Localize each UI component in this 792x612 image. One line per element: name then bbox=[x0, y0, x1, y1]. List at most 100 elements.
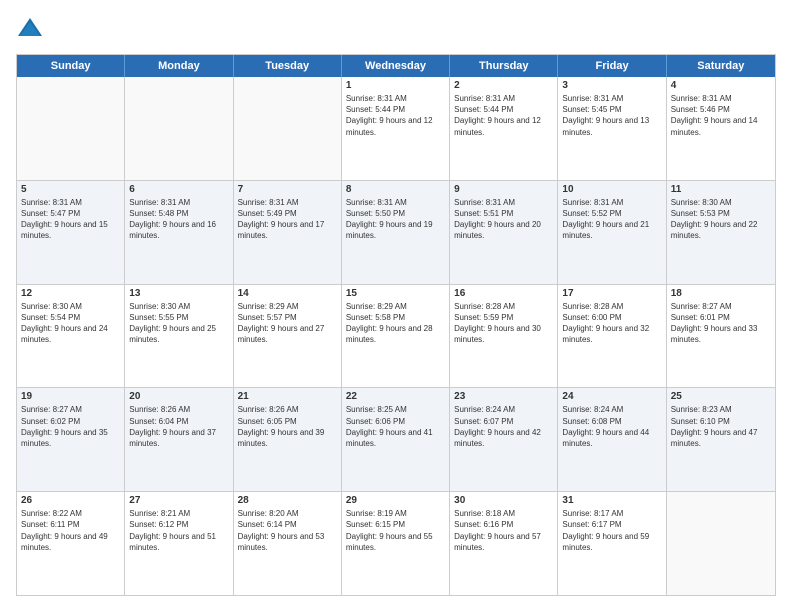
day-number-27: 27 bbox=[129, 495, 228, 506]
cal-cell-day-14: 14Sunrise: 8:29 AM Sunset: 5:57 PM Dayli… bbox=[234, 285, 342, 388]
day-content-5: Sunrise: 8:31 AM Sunset: 5:47 PM Dayligh… bbox=[21, 197, 120, 242]
cal-cell-day-23: 23 Sunrise: 8:24 AM Sunset: 6:07 PM Dayli… bbox=[450, 388, 558, 491]
day-number-16: 16 bbox=[454, 288, 553, 299]
day-number-22: 22 bbox=[346, 391, 445, 402]
day-number-17: 17 bbox=[562, 288, 661, 299]
cal-cell-day-8: 8 Sunrise: 8:31 AM Sunset: 5:50 PM Daylig… bbox=[342, 181, 450, 284]
day-content-6: Sunrise: 8:31 AM Sunset: 5:48 PM Dayligh… bbox=[129, 197, 228, 242]
day-content-2: Sunrise: 8:31 AM Sunset: 5:44 PM Dayligh… bbox=[454, 93, 553, 138]
day-number-15: 15 bbox=[346, 288, 445, 299]
day-number-28: 28 bbox=[238, 495, 337, 506]
cal-cell-day-10: 10 Sunrise: 8:31 AM Sunset: 5:52 PM Dayli… bbox=[558, 181, 666, 284]
cal-cell-day-6: 6 Sunrise: 8:31 AM Sunset: 5:48 PM Daylig… bbox=[125, 181, 233, 284]
day-content-20: Sunrise: 8:26 AM Sunset: 6:04 PM Dayligh… bbox=[129, 404, 228, 449]
cal-header-monday: Monday bbox=[125, 55, 233, 77]
day-number-5: 5 bbox=[21, 184, 120, 195]
day-number-25: 25 bbox=[671, 391, 771, 402]
cal-cell-day-12: 12 Sunrise: 8:30 AM Sunset: 5:54 PM Dayli… bbox=[17, 285, 125, 388]
day-number-21: 21 bbox=[238, 391, 337, 402]
cal-cell-day-22: 22 Sunrise: 8:25 AM Sunset: 6:06 PM Dayli… bbox=[342, 388, 450, 491]
cal-header-tuesday: Tuesday bbox=[234, 55, 342, 77]
cal-row-3: 12 Sunrise: 8:30 AM Sunset: 5:54 PM Dayli… bbox=[17, 284, 775, 388]
cal-cell-day-18: 18 Sunrise: 8:27 AM Sunset: 6:01 PM Dayli… bbox=[667, 285, 775, 388]
day-number-26: 26 bbox=[21, 495, 120, 506]
cal-header-saturday: Saturday bbox=[667, 55, 775, 77]
day-content-31: Sunrise: 8:17 AM Sunset: 6:17 PM Dayligh… bbox=[562, 508, 661, 553]
day-number-4: 4 bbox=[671, 80, 771, 91]
cal-cell-day-21: 21 Sunrise: 8:26 AM Sunset: 6:05 PM Dayli… bbox=[234, 388, 342, 491]
day-content-23: Sunrise: 8:24 AM Sunset: 6:07 PM Dayligh… bbox=[454, 404, 553, 449]
day-content-28: Sunrise: 8:20 AM Sunset: 6:14 PM Dayligh… bbox=[238, 508, 337, 553]
header bbox=[16, 16, 776, 44]
cal-cell-empty bbox=[125, 77, 233, 180]
day-content-9: Sunrise: 8:31 AM Sunset: 5:51 PM Dayligh… bbox=[454, 197, 553, 242]
day-number-6: 6 bbox=[129, 184, 228, 195]
day-number-23: 23 bbox=[454, 391, 553, 402]
day-content-29: Sunrise: 8:19 AM Sunset: 6:15 PM Dayligh… bbox=[346, 508, 445, 553]
day-number-8: 8 bbox=[346, 184, 445, 195]
day-number-20: 20 bbox=[129, 391, 228, 402]
day-number-18: 18 bbox=[671, 288, 771, 299]
calendar-body: 1 Sunrise: 8:31 AM Sunset: 5:44 PM Daylig… bbox=[17, 77, 775, 595]
day-content-14: Sunrise: 8:29 AM Sunset: 5:57 PM Dayligh… bbox=[238, 301, 337, 346]
cal-cell-day-25: 25 Sunrise: 8:23 AM Sunset: 6:10 PM Dayli… bbox=[667, 388, 775, 491]
calendar: SundayMondayTuesdayWednesdayThursdayFrid… bbox=[16, 54, 776, 596]
day-number-1: 1 bbox=[346, 80, 445, 91]
day-content-4: Sunrise: 8:31 AM Sunset: 5:46 PM Dayligh… bbox=[671, 93, 771, 138]
cal-header-thursday: Thursday bbox=[450, 55, 558, 77]
day-content-27: Sunrise: 8:21 AM Sunset: 6:12 PM Dayligh… bbox=[129, 508, 228, 553]
cal-cell-empty bbox=[17, 77, 125, 180]
day-content-12: Sunrise: 8:30 AM Sunset: 5:54 PM Dayligh… bbox=[21, 301, 120, 346]
cal-cell-day-27: 27 Sunrise: 8:21 AM Sunset: 6:12 PM Dayli… bbox=[125, 492, 233, 595]
day-number-31: 31 bbox=[562, 495, 661, 506]
day-content-24: Sunrise: 8:24 AM Sunset: 6:08 PM Dayligh… bbox=[562, 404, 661, 449]
cal-cell-day-2: 2Sunrise: 8:31 AM Sunset: 5:44 PM Daylig… bbox=[450, 77, 558, 180]
cal-cell-day-13: 13 Sunrise: 8:30 AM Sunset: 5:55 PM Dayli… bbox=[125, 285, 233, 388]
day-number-11: 11 bbox=[671, 184, 771, 195]
day-number-30: 30 bbox=[454, 495, 553, 506]
cal-cell-day-31: 31 Sunrise: 8:17 AM Sunset: 6:17 PM Dayli… bbox=[558, 492, 666, 595]
day-number-10: 10 bbox=[562, 184, 661, 195]
day-content-8: Sunrise: 8:31 AM Sunset: 5:50 PM Dayligh… bbox=[346, 197, 445, 242]
cal-cell-day-9: 9 Sunrise: 8:31 AM Sunset: 5:51 PM Daylig… bbox=[450, 181, 558, 284]
day-content-25: Sunrise: 8:23 AM Sunset: 6:10 PM Dayligh… bbox=[671, 404, 771, 449]
cal-row-2: 5 Sunrise: 8:31 AM Sunset: 5:47 PM Daylig… bbox=[17, 180, 775, 284]
day-content-13: Sunrise: 8:30 AM Sunset: 5:55 PM Dayligh… bbox=[129, 301, 228, 346]
day-number-3: 3 bbox=[562, 80, 661, 91]
cal-cell-day-16: 16 Sunrise: 8:28 AM Sunset: 5:59 PM Dayli… bbox=[450, 285, 558, 388]
day-content-17: Sunrise: 8:28 AM Sunset: 6:00 PM Dayligh… bbox=[562, 301, 661, 346]
day-content-26: Sunrise: 8:22 AM Sunset: 6:11 PM Dayligh… bbox=[21, 508, 120, 553]
cal-cell-day-4: 4 Sunrise: 8:31 AM Sunset: 5:46 PM Daylig… bbox=[667, 77, 775, 180]
cal-cell-day-26: 26 Sunrise: 8:22 AM Sunset: 6:11 PM Dayli… bbox=[17, 492, 125, 595]
day-content-10: Sunrise: 8:31 AM Sunset: 5:52 PM Dayligh… bbox=[562, 197, 661, 242]
cal-cell-empty bbox=[667, 492, 775, 595]
cal-row-4: 19Sunrise: 8:27 AM Sunset: 6:02 PM Dayli… bbox=[17, 387, 775, 491]
cal-cell-day-11: 11 Sunrise: 8:30 AM Sunset: 5:53 PM Dayli… bbox=[667, 181, 775, 284]
cal-cell-day-5: 5 Sunrise: 8:31 AM Sunset: 5:47 PM Daylig… bbox=[17, 181, 125, 284]
cal-cell-day-30: 30 Sunrise: 8:18 AM Sunset: 6:16 PM Dayli… bbox=[450, 492, 558, 595]
cal-cell-day-17: 17 Sunrise: 8:28 AM Sunset: 6:00 PM Dayli… bbox=[558, 285, 666, 388]
day-content-16: Sunrise: 8:28 AM Sunset: 5:59 PM Dayligh… bbox=[454, 301, 553, 346]
cal-cell-day-29: 29 Sunrise: 8:19 AM Sunset: 6:15 PM Dayli… bbox=[342, 492, 450, 595]
day-number-13: 13 bbox=[129, 288, 228, 299]
cal-header-friday: Friday bbox=[558, 55, 666, 77]
cal-header-wednesday: Wednesday bbox=[342, 55, 450, 77]
cal-cell-day-3: 3Sunrise: 8:31 AM Sunset: 5:45 PM Daylig… bbox=[558, 77, 666, 180]
day-content-11: Sunrise: 8:30 AM Sunset: 5:53 PM Dayligh… bbox=[671, 197, 771, 242]
calendar-header: SundayMondayTuesdayWednesdayThursdayFrid… bbox=[17, 55, 775, 77]
cal-cell-day-15: 15Sunrise: 8:29 AM Sunset: 5:58 PM Dayli… bbox=[342, 285, 450, 388]
cal-cell-empty bbox=[234, 77, 342, 180]
day-number-9: 9 bbox=[454, 184, 553, 195]
day-content-7: Sunrise: 8:31 AM Sunset: 5:49 PM Dayligh… bbox=[238, 197, 337, 242]
day-content-18: Sunrise: 8:27 AM Sunset: 6:01 PM Dayligh… bbox=[671, 301, 771, 346]
logo bbox=[16, 16, 48, 44]
cal-cell-day-28: 28 Sunrise: 8:20 AM Sunset: 6:14 PM Dayli… bbox=[234, 492, 342, 595]
cal-row-5: 26 Sunrise: 8:22 AM Sunset: 6:11 PM Dayli… bbox=[17, 491, 775, 595]
day-content-30: Sunrise: 8:18 AM Sunset: 6:16 PM Dayligh… bbox=[454, 508, 553, 553]
day-number-29: 29 bbox=[346, 495, 445, 506]
day-number-24: 24 bbox=[562, 391, 661, 402]
day-content-21: Sunrise: 8:26 AM Sunset: 6:05 PM Dayligh… bbox=[238, 404, 337, 449]
day-content-22: Sunrise: 8:25 AM Sunset: 6:06 PM Dayligh… bbox=[346, 404, 445, 449]
day-number-7: 7 bbox=[238, 184, 337, 195]
day-number-12: 12 bbox=[21, 288, 120, 299]
